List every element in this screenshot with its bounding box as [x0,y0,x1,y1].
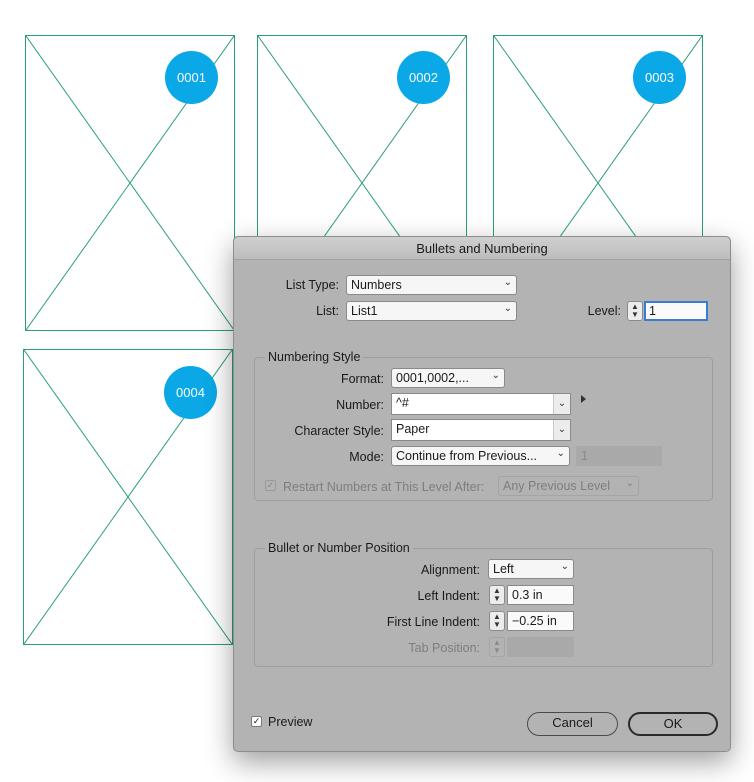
disclosure-arrow-icon[interactable] [581,395,586,403]
checkmark-icon: ✓ [252,716,261,726]
first-line-indent-stepper[interactable]: ▲ ▼ [489,611,505,631]
bullets-numbering-dialog: Bullets and Numbering List Type: Numbers… [233,236,731,752]
restart-level-select[interactable]: Any Previous Level ⌄ [498,476,639,496]
cancel-button[interactable]: Cancel [527,712,618,736]
chevron-down-icon: ⌄ [503,303,512,314]
chevron-down-icon: ⌄ [556,448,565,459]
left-indent-field[interactable]: 0.3 in [507,585,574,605]
number-badge[interactable]: 0001 [165,51,218,104]
list-label: List: [316,304,339,318]
tab-position-field[interactable] [507,637,574,657]
alignment-value: Left [493,562,514,576]
list-type-select[interactable]: Numbers ⌄ [346,275,517,295]
alignment-select[interactable]: Left ⌄ [488,559,574,579]
chevron-down-icon[interactable]: ⌄ [553,420,570,440]
position-title: Bullet or Number Position [265,541,413,555]
numbering-style-title: Numbering Style [265,350,364,364]
list-select[interactable]: List1 ⌄ [346,301,517,321]
character-style-value: Paper [396,422,430,436]
format-select[interactable]: 0001,0002,... ⌄ [391,368,505,388]
chevron-down-icon: ⌄ [491,370,500,381]
level-field[interactable]: 1 [644,301,708,321]
number-badge[interactable]: 0004 [164,366,217,419]
tab-position-label: Tab Position: [408,641,480,655]
character-style-field[interactable]: Paper ⌄ [391,419,571,441]
mode-start-field[interactable]: 1 [576,446,662,466]
dialog-title: Bullets and Numbering [416,241,548,256]
preview-checkbox[interactable]: ✓ [251,716,262,727]
restart-numbers-checkbox[interactable]: ✓ [265,480,276,491]
image-frame-4[interactable]: 0004 [23,349,233,645]
list-type-label: List Type: [285,278,339,292]
chevron-down-icon: ⌄ [560,561,569,572]
level-stepper[interactable]: ▲ ▼ [627,301,643,321]
mode-value: Continue from Previous... [396,449,538,463]
chevron-down-icon[interactable]: ⌄ [553,394,570,414]
mode-label: Mode: [349,450,384,464]
alignment-label: Alignment: [420,563,480,577]
format-value: 0001,0002,... [396,371,469,385]
left-indent-label: Left Indent: [417,589,480,603]
level-label: Level: [587,304,621,318]
ok-button[interactable]: OK [628,712,718,736]
dialog-titlebar[interactable]: Bullets and Numbering [234,237,730,260]
number-label: Number: [336,398,384,412]
image-frame-1[interactable]: 0001 [25,35,235,331]
mode-select[interactable]: Continue from Previous... ⌄ [391,446,570,466]
checkmark-icon: ✓ [266,480,275,490]
number-badge[interactable]: 0002 [397,51,450,104]
list-type-value: Numbers [351,278,402,292]
number-badge[interactable]: 0003 [633,51,686,104]
first-line-indent-field[interactable]: −0.25 in [507,611,574,631]
chevron-down-icon: ⌄ [625,478,634,489]
format-label: Format: [340,372,384,386]
restart-numbers-label: Restart Numbers at This Level After: [283,480,485,494]
preview-label: Preview [268,715,313,729]
restart-level-value: Any Previous Level [503,479,611,493]
number-field[interactable]: ^# ⌄ [391,393,571,415]
number-value: ^# [396,396,409,410]
character-style-label: Character Style: [294,424,384,438]
chevron-down-icon: ⌄ [503,277,512,288]
list-value: List1 [351,304,378,318]
first-line-indent-label: First Line Indent: [386,615,480,629]
left-indent-stepper[interactable]: ▲ ▼ [489,585,505,605]
position-group [254,548,713,667]
tab-position-stepper[interactable]: ▲ ▼ [489,637,505,657]
